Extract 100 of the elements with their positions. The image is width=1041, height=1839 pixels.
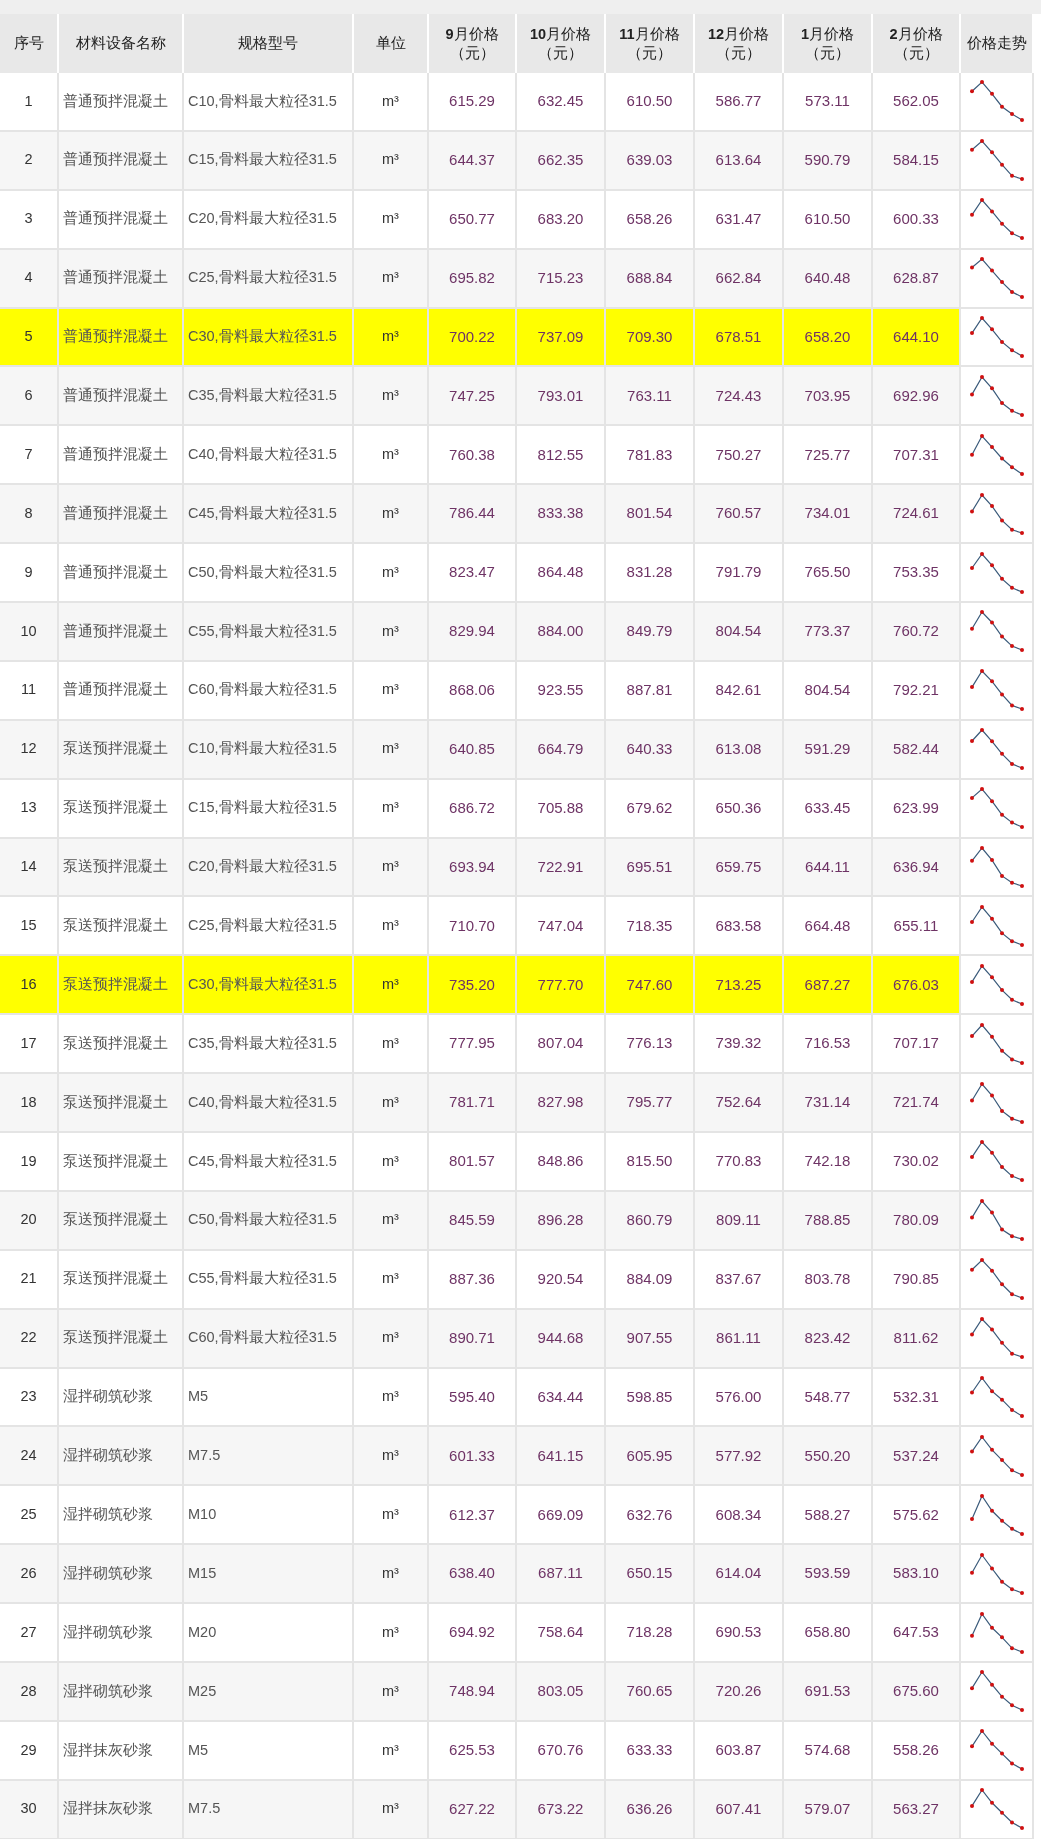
material-name-cell: 湿拌砌筑砂浆 (59, 1663, 184, 1722)
column-header: 9月价格 （元） (445, 25, 499, 61)
price-cell: 786.44 (429, 485, 517, 545)
price-cell: 773.37 (784, 603, 873, 662)
row-number: 24 (0, 1427, 59, 1487)
price-cell: 713.25 (695, 956, 784, 1016)
price-cell: 829.94 (429, 603, 517, 662)
column-header: 价格走势 (966, 35, 1027, 52)
price-cell: 760.65 (606, 1663, 695, 1722)
price-cell: 788.85 (784, 1191, 873, 1251)
material-name-cell: 泵送预拌混凝土 (59, 720, 184, 780)
unit-cell: m³ (354, 367, 429, 427)
price-cell: 860.79 (606, 1191, 695, 1251)
unit-cell: m³ (354, 1191, 429, 1251)
row-number: 14 (0, 838, 59, 898)
spec-cell: C30,骨料最大粒径31.5 (184, 308, 354, 368)
price-cell: 590.79 (784, 131, 873, 191)
unit-cell: m³ (354, 720, 429, 780)
price-trend-sparkline (967, 1609, 1026, 1656)
price-cell: 693.94 (429, 838, 517, 898)
material-name-cell: 湿拌砌筑砂浆 (59, 1427, 184, 1487)
price-cell: 673.22 (517, 1780, 606, 1839)
unit-cell: m³ (354, 1309, 429, 1369)
price-cell: 636.26 (606, 1780, 695, 1839)
price-cell: 722.91 (517, 838, 606, 898)
price-cell: 607.41 (695, 1780, 784, 1839)
price-cell: 896.28 (517, 1191, 606, 1251)
price-cell: 638.40 (429, 1545, 517, 1605)
price-cell: 695.51 (606, 838, 695, 898)
price-cell: 563.27 (873, 1780, 961, 1839)
price-cell: 721.74 (873, 1074, 961, 1134)
row-number: 20 (0, 1191, 59, 1251)
price-cell: 777.70 (517, 956, 606, 1016)
price-cell: 613.64 (695, 131, 784, 191)
price-cell: 709.30 (606, 308, 695, 368)
row-number: 12 (0, 720, 59, 780)
price-cell: 605.95 (606, 1427, 695, 1487)
price-cell: 658.20 (784, 308, 873, 368)
unit-cell: m³ (354, 308, 429, 368)
price-cell: 664.79 (517, 720, 606, 780)
price-cell: 613.08 (695, 720, 784, 780)
price-cell: 884.00 (517, 603, 606, 662)
price-trend-sparkline (967, 196, 1026, 243)
price-cell: 614.04 (695, 1545, 784, 1605)
price-trend-sparkline (967, 549, 1026, 596)
column-header: 11月价格 （元） (619, 25, 680, 61)
price-trend-sparkline (967, 1374, 1026, 1421)
price-cell: 849.79 (606, 603, 695, 662)
material-name-cell: 泵送预拌混凝土 (59, 838, 184, 898)
price-cell: 640.33 (606, 720, 695, 780)
unit-cell: m³ (354, 956, 429, 1016)
price-cell: 577.92 (695, 1427, 784, 1487)
price-trend-sparkline (967, 1550, 1026, 1597)
spec-cell: C40,骨料最大粒径31.5 (184, 1074, 354, 1134)
material-name-cell: 湿拌抹灰砂浆 (59, 1780, 184, 1839)
spec-cell: C20,骨料最大粒径31.5 (184, 838, 354, 898)
price-trend-sparkline (967, 1491, 1026, 1538)
price-cell: 691.53 (784, 1663, 873, 1722)
price-trend-sparkline (967, 1432, 1026, 1479)
unit-cell: m³ (354, 838, 429, 898)
price-trend-sparkline (967, 1668, 1026, 1715)
spec-cell: C50,骨料最大粒径31.5 (184, 1191, 354, 1251)
price-trend-sparkline (967, 1786, 1026, 1833)
price-cell: 591.29 (784, 720, 873, 780)
unit-cell: m³ (354, 1074, 429, 1134)
price-cell: 640.85 (429, 720, 517, 780)
price-cell: 687.27 (784, 956, 873, 1016)
column-header: 单位 (375, 35, 406, 52)
price-cell: 678.51 (695, 308, 784, 368)
price-trend-sparkline (967, 608, 1026, 655)
price-cell: 582.44 (873, 720, 961, 780)
material-name-cell: 湿拌砌筑砂浆 (59, 1545, 184, 1605)
price-trend-sparkline (967, 1727, 1026, 1774)
price-cell: 804.54 (695, 603, 784, 662)
price-trend-sparkline (967, 314, 1026, 360)
price-cell: 861.11 (695, 1309, 784, 1369)
column-header: 规格型号 (238, 35, 298, 52)
row-number: 28 (0, 1663, 59, 1722)
price-cell: 687.11 (517, 1545, 606, 1605)
price-cell: 579.07 (784, 1780, 873, 1839)
spec-cell: C10,骨料最大粒径31.5 (184, 720, 354, 780)
spec-cell: C15,骨料最大粒径31.5 (184, 131, 354, 191)
price-cell: 644.11 (784, 838, 873, 898)
price-cell: 675.60 (873, 1663, 961, 1722)
spec-cell: M15 (184, 1545, 354, 1605)
price-cell: 827.98 (517, 1074, 606, 1134)
material-name-cell: 普通预拌混凝土 (59, 249, 184, 309)
price-cell: 793.01 (517, 367, 606, 427)
price-cell: 703.95 (784, 367, 873, 427)
row-number: 30 (0, 1780, 59, 1839)
unit-cell: m³ (354, 603, 429, 662)
unit-cell: m³ (354, 1780, 429, 1839)
material-name-cell: 泵送预拌混凝土 (59, 1074, 184, 1134)
price-trend-sparkline (967, 490, 1026, 537)
price-cell: 781.71 (429, 1074, 517, 1134)
price-cell: 583.10 (873, 1545, 961, 1605)
material-name-cell: 普通预拌混凝土 (59, 603, 184, 662)
price-cell: 763.11 (606, 367, 695, 427)
price-cell: 537.24 (873, 1427, 961, 1487)
price-cell: 644.10 (873, 308, 961, 368)
